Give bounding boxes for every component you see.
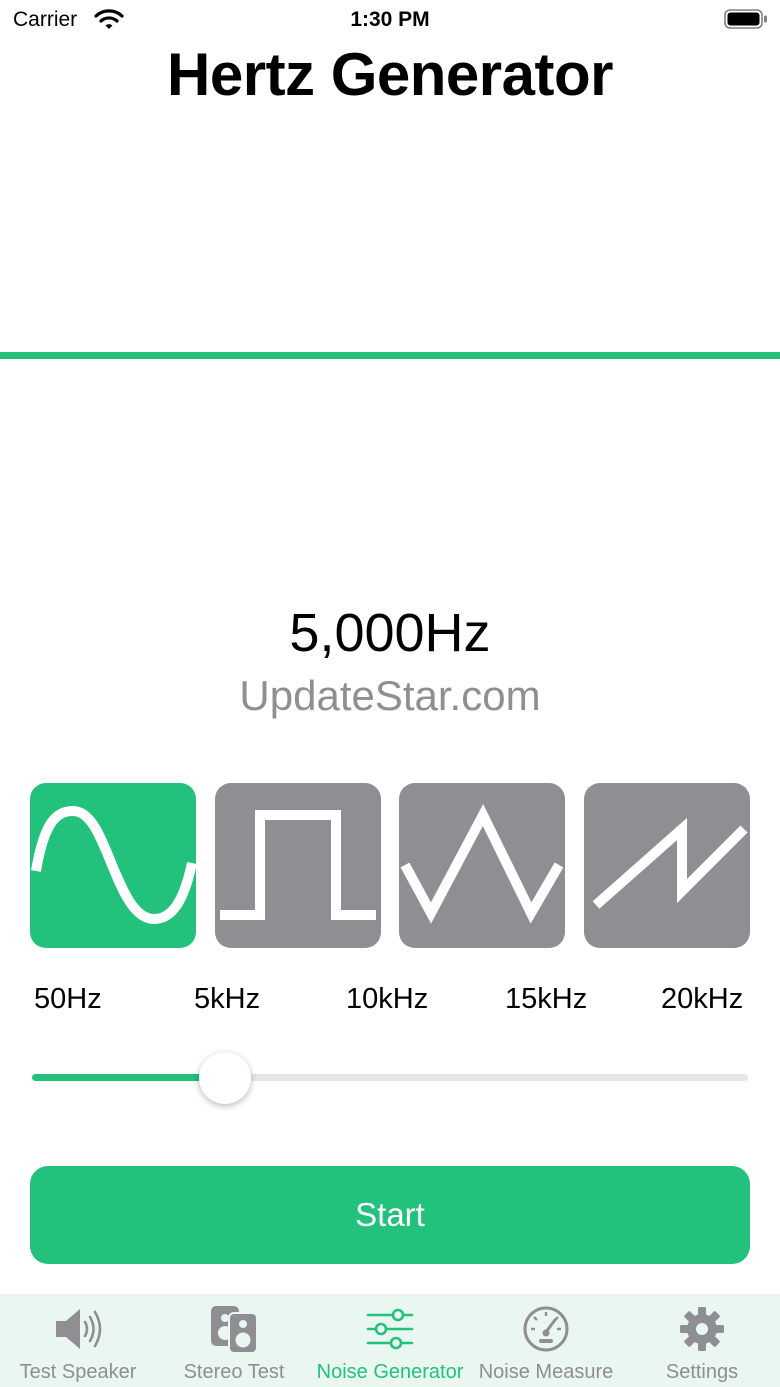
sliders-icon: [366, 1308, 414, 1350]
tick-label-50hz: 50Hz: [34, 983, 102, 1015]
square-wave-icon: [220, 810, 376, 920]
page-title: Hertz Generator: [167, 41, 613, 108]
sine-wave-button[interactable]: [30, 783, 196, 948]
sawtooth-wave-icon: [592, 817, 748, 909]
tick-label-20khz: 20kHz: [661, 983, 744, 1015]
start-button[interactable]: Start: [30, 1166, 750, 1264]
tab-test-speaker[interactable]: Test Speaker: [0, 1294, 156, 1387]
triangle-wave-icon: [400, 803, 564, 924]
tab-noise-generator[interactable]: Noise Generator: [312, 1294, 468, 1387]
watermark-text: UpdateStar.com: [239, 672, 541, 719]
gear-icon: [680, 1307, 724, 1351]
tab-label: Noise Generator: [316, 1361, 464, 1383]
slider-thumb[interactable]: [199, 1052, 251, 1104]
slider-fill: [32, 1074, 225, 1081]
battery-icon: [724, 9, 767, 29]
waveform-selector: [30, 783, 750, 948]
gauge-icon: [523, 1306, 569, 1352]
waveform-display-line: [0, 352, 780, 359]
speaker-icon: [56, 1309, 102, 1349]
tab-label: Stereo Test: [183, 1361, 285, 1383]
tab-stereo-test[interactable]: Stereo Test: [156, 1294, 312, 1387]
status-bar: Carrier 1:30 PM: [0, 0, 780, 40]
sine-wave-icon: [31, 805, 196, 925]
tick-label-5khz: 5kHz: [194, 983, 261, 1015]
tick-label-10khz: 10kHz: [346, 983, 429, 1015]
frequency-slider[interactable]: [32, 1050, 748, 1104]
sawtooth-wave-button[interactable]: [584, 783, 750, 948]
tab-label: Settings: [665, 1361, 739, 1383]
stereo-speaker-icon: [211, 1306, 258, 1354]
tab-bar: Test Speaker Stereo Test Noise Generator: [0, 1294, 780, 1387]
triangle-wave-button[interactable]: [399, 783, 565, 948]
square-wave-button[interactable]: [215, 783, 381, 948]
tab-settings[interactable]: Settings: [624, 1294, 780, 1387]
clock: 1:30 PM: [350, 8, 430, 31]
tab-label: Test Speaker: [19, 1361, 137, 1383]
tab-noise-measure[interactable]: Noise Measure: [468, 1294, 624, 1387]
tab-label: Noise Measure: [478, 1361, 614, 1383]
frequency-display: 5,000Hz: [289, 603, 491, 663]
tick-label-15khz: 15kHz: [505, 983, 588, 1015]
